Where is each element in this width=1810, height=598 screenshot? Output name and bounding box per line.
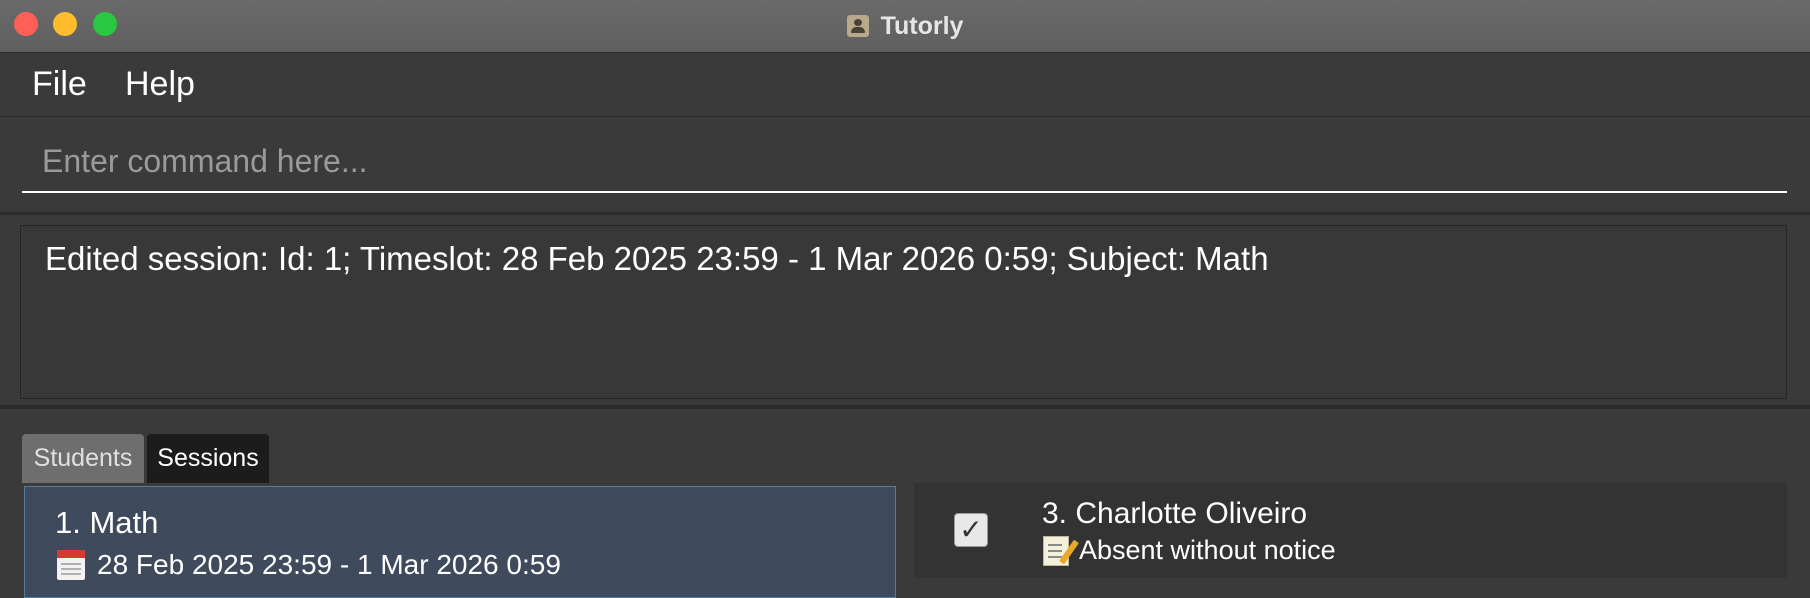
menu-bar: File Help <box>0 53 1810 117</box>
command-input[interactable] <box>22 131 1787 193</box>
session-timeslot: 28 Feb 2025 23:59 - 1 Mar 2026 0:59 <box>97 549 561 580</box>
command-area <box>0 117 1810 215</box>
title-bar: Tutorly <box>0 0 1810 53</box>
tab-area: Students Sessions 1. Math 28 Feb 2025 23… <box>0 409 1810 598</box>
title-group: Tutorly <box>0 0 1810 52</box>
tab-sessions[interactable]: Sessions <box>147 434 269 483</box>
attendance-status-row: Absent without notice <box>1043 535 1336 566</box>
session-list-item[interactable]: 1. Math 28 Feb 2025 23:59 - 1 Mar 2026 0… <box>24 486 896 598</box>
result-display: Edited session: Id: 1; Timeslot: 28 Feb … <box>20 225 1787 399</box>
attendance-checkbox[interactable]: ✓ <box>954 513 988 547</box>
attendance-list-item[interactable]: ✓ 3. Charlotte Oliveiro Absent without n… <box>914 483 1787 578</box>
attendance-status: Absent without notice <box>1079 535 1336 565</box>
menu-help[interactable]: Help <box>125 65 195 104</box>
result-area: Edited session: Id: 1; Timeslot: 28 Feb … <box>0 215 1810 409</box>
session-title: 1. Math <box>55 505 159 540</box>
window-title: Tutorly <box>880 11 964 40</box>
tutorly-app-icon <box>846 15 869 37</box>
app-window: Tutorly File Help Edited session: Id: 1;… <box>0 0 1810 598</box>
sessions-panel: 1. Math 28 Feb 2025 23:59 - 1 Mar 2026 0… <box>22 483 1787 598</box>
memo-icon <box>1043 535 1069 566</box>
result-message: Edited session: Id: 1; Timeslot: 28 Feb … <box>45 240 1269 277</box>
student-name: 3. Charlotte Oliveiro <box>1042 497 1308 530</box>
menu-file[interactable]: File <box>32 65 87 104</box>
session-timeslot-row: 28 Feb 2025 23:59 - 1 Mar 2026 0:59 <box>57 549 561 581</box>
calendar-icon <box>57 550 85 580</box>
tab-students[interactable]: Students <box>22 434 144 483</box>
